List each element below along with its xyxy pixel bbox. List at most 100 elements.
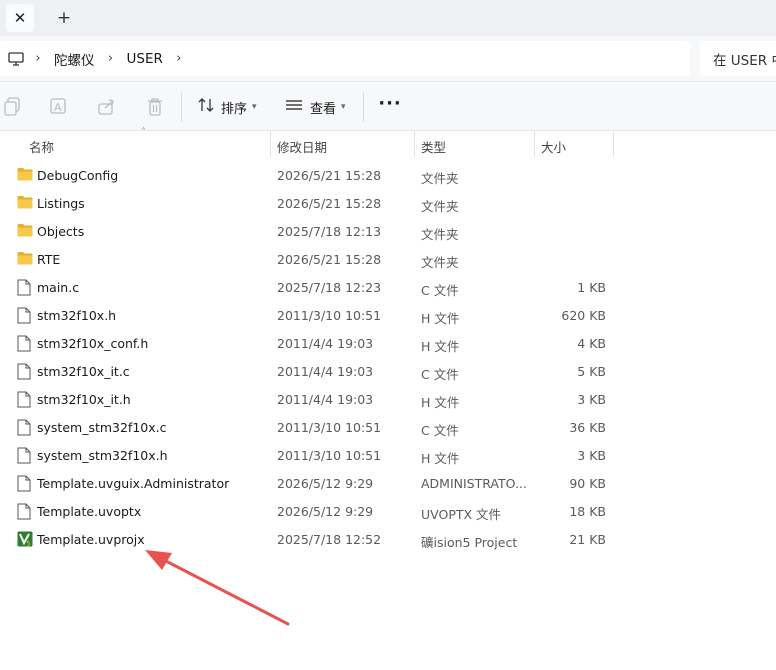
column-divider[interactable] — [534, 131, 535, 157]
search-input[interactable]: 在 USER 中 — [700, 41, 776, 76]
file-name: main.c — [37, 280, 80, 295]
plus-icon: + — [56, 8, 72, 28]
file-row[interactable]: 5 Template.uvprojx 2025/7/18 12:52 礦ision5 … — [0, 525, 776, 553]
chevron-right-icon[interactable]: › — [26, 51, 50, 66]
file-type: UVOPTX 文件 — [421, 507, 502, 522]
file-row[interactable]: stm32f10x_it.h 2011/4/4 19:03 H 文件 3 KB — [0, 385, 776, 413]
file-date: 2011/4/4 19:03 — [277, 392, 374, 407]
chevron-right-icon[interactable]: › — [99, 51, 123, 66]
file-name: stm32f10x_it.h — [37, 392, 131, 407]
toolbar-divider — [363, 92, 364, 122]
file-date: 2011/3/10 10:51 — [277, 308, 382, 323]
column-header: ˄ 名称 修改日期 类型 大小 — [0, 127, 776, 157]
sort-button[interactable]: 排序 ▾ — [197, 96, 257, 118]
file-row[interactable]: Objects 2025/7/18 12:13 文件夹 — [0, 217, 776, 245]
file-size: 620 KB — [561, 308, 606, 323]
sort-icon — [197, 97, 215, 117]
file-type: 文件夹 — [421, 227, 459, 242]
file-date: 2025/7/18 12:52 — [277, 532, 382, 547]
column-divider[interactable] — [613, 131, 614, 157]
file-size: 3 KB — [577, 392, 606, 407]
share-icon[interactable] — [97, 97, 117, 117]
file-type: H 文件 — [421, 451, 460, 466]
file-icon — [17, 279, 33, 296]
file-type: 礦ision5 Project — [421, 535, 518, 550]
file-type: H 文件 — [421, 339, 460, 354]
close-tab-button[interactable]: ✕ — [6, 4, 34, 32]
file-name: Template.uvguix.Administrator — [37, 476, 230, 491]
file-date: 2011/3/10 10:51 — [277, 420, 382, 435]
svg-text:A: A — [54, 101, 62, 114]
file-date: 2025/7/18 12:23 — [277, 280, 382, 295]
file-type: C 文件 — [421, 283, 459, 298]
breadcrumb-item-gyro[interactable]: 陀螺仪 — [50, 49, 99, 69]
keil-project-icon: 5 — [17, 531, 33, 548]
breadcrumb-item-user[interactable]: USER — [123, 51, 167, 67]
tab-bar: ✕ + — [0, 0, 776, 36]
file-name: system_stm32f10x.h — [37, 448, 168, 463]
column-date[interactable]: 修改日期 — [277, 137, 327, 156]
column-name[interactable]: 名称 — [29, 137, 54, 156]
delete-icon[interactable] — [146, 97, 166, 117]
file-icon — [17, 335, 33, 352]
file-date: 2026/5/21 15:28 — [277, 252, 382, 267]
file-name: stm32f10x.h — [37, 308, 117, 323]
file-row[interactable]: Template.uvguix.Administrator 2026/5/12 9… — [0, 469, 776, 497]
file-icon — [17, 475, 33, 492]
column-size[interactable]: 大小 — [541, 137, 566, 156]
view-button[interactable]: 查看 ▾ — [285, 96, 346, 118]
chevron-right-icon[interactable]: › — [167, 51, 191, 66]
column-divider[interactable] — [270, 131, 271, 157]
file-date: 2011/4/4 19:03 — [277, 364, 374, 379]
file-row[interactable]: RTE 2026/5/21 15:28 文件夹 — [0, 245, 776, 273]
close-icon: ✕ — [13, 9, 27, 27]
file-date: 2011/3/10 10:51 — [277, 448, 382, 463]
file-name: Template.uvprojx — [37, 532, 145, 547]
file-type: H 文件 — [421, 311, 460, 326]
file-row[interactable]: Listings 2026/5/21 15:28 文件夹 — [0, 189, 776, 217]
more-options-button[interactable]: ··· — [378, 93, 402, 117]
file-type: 文件夹 — [421, 199, 459, 214]
view-icon — [285, 98, 303, 116]
file-row[interactable]: stm32f10x_it.c 2011/4/4 19:03 C 文件 5 KB — [0, 357, 776, 385]
file-row[interactable]: system_stm32f10x.h 2011/3/10 10:51 H 文件 3 K… — [0, 441, 776, 469]
file-size: 1 KB — [577, 280, 606, 295]
file-name: Objects — [37, 224, 85, 239]
this-pc-icon[interactable] — [8, 51, 26, 67]
file-list: DebugConfig 2026/5/21 15:28 文件夹 Listings 202… — [0, 161, 776, 553]
file-icon — [17, 503, 33, 520]
file-name: system_stm32f10x.c — [37, 420, 167, 435]
file-type: H 文件 — [421, 395, 460, 410]
file-icon — [17, 447, 33, 464]
breadcrumb[interactable]: › 陀螺仪 › USER › — [0, 41, 690, 76]
file-name: Listings — [37, 196, 85, 211]
copy-icon[interactable] — [4, 97, 24, 117]
file-size: 18 KB — [569, 504, 606, 519]
file-icon — [17, 391, 33, 408]
file-name: stm32f10x_it.c — [37, 364, 130, 379]
file-type: C 文件 — [421, 423, 459, 438]
file-row[interactable]: system_stm32f10x.c 2011/3/10 10:51 C 文件 36 … — [0, 413, 776, 441]
sort-ascending-icon: ˄ — [141, 127, 146, 138]
file-size: 90 KB — [569, 476, 606, 491]
file-row[interactable]: main.c 2025/7/18 12:23 C 文件 1 KB — [0, 273, 776, 301]
file-type: ADMINISTRATO... — [421, 476, 527, 491]
file-row[interactable]: DebugConfig 2026/5/21 15:28 文件夹 — [0, 161, 776, 189]
file-size: 3 KB — [577, 448, 606, 463]
file-row[interactable]: stm32f10x_conf.h 2011/4/4 19:03 H 文件 4 KB — [0, 329, 776, 357]
column-type[interactable]: 类型 — [421, 137, 446, 156]
file-name: RTE — [37, 252, 61, 267]
file-icon — [17, 363, 33, 380]
command-bar: A 排序 ▾ 查看 ▾ ··· — [0, 83, 776, 131]
new-tab-button[interactable]: + — [50, 4, 78, 32]
file-size: 4 KB — [577, 336, 606, 351]
folder-icon — [17, 223, 33, 239]
file-icon — [17, 419, 33, 436]
file-row[interactable]: stm32f10x.h 2011/3/10 10:51 H 文件 620 KB — [0, 301, 776, 329]
file-date: 2025/7/18 12:13 — [277, 224, 382, 239]
rename-icon[interactable]: A — [49, 97, 69, 117]
file-row[interactable]: Template.uvoptx 2026/5/12 9:29 UVOPTX 文件 18… — [0, 497, 776, 525]
file-size: 5 KB — [577, 364, 606, 379]
column-divider[interactable] — [414, 131, 415, 157]
address-bar: › 陀螺仪 › USER › 在 USER 中 — [0, 36, 776, 82]
